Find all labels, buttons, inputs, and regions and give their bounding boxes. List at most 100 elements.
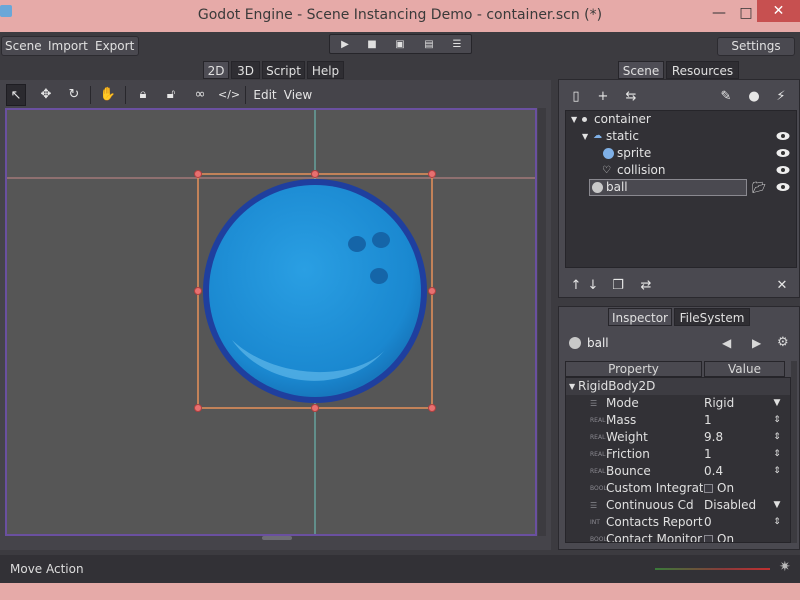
property-value[interactable]: Disabled [704, 497, 774, 514]
move-down-icon[interactable]: ↓ [583, 275, 603, 297]
visibility-eye-icon[interactable] [776, 165, 790, 175]
property-row[interactable]: REAL Mass 1 ⇕ [566, 412, 790, 429]
property-value[interactable]: Rigid [704, 395, 774, 412]
lock-icon[interactable]: 🔒︎ [133, 84, 153, 106]
property-value[interactable]: 1 [704, 412, 774, 429]
instance-icon[interactable]: ⇆ [621, 86, 641, 108]
signals-icon[interactable]: ⚡ [771, 86, 791, 108]
pan-tool-icon[interactable]: ✋ [98, 84, 118, 106]
tree-arrow[interactable]: ▼ [571, 111, 577, 128]
menu-export[interactable]: Export [95, 37, 134, 55]
add-node-icon[interactable]: + [593, 86, 613, 108]
section-label: RigidBody2D [578, 379, 656, 393]
tree-item-container[interactable]: ▼ container [566, 111, 796, 128]
scene-tree: ▼ container ▼ ☁ static sprite ♡ collisio… [565, 110, 797, 268]
visibility-eye-icon[interactable] [776, 182, 790, 192]
property-row[interactable]: ☰ Mode Rigid ▼ [566, 395, 790, 412]
open-scene-icon[interactable]: 📂︎ [752, 179, 766, 196]
play-icon[interactable]: ▶ [332, 37, 358, 52]
canvas-viewport[interactable] [5, 108, 537, 536]
property-value[interactable]: 1 [704, 446, 774, 463]
history-forward-icon[interactable]: ▶ [752, 336, 761, 350]
playback-toolbar: ▶ ■ ▣ ▤ ☰ [329, 34, 472, 54]
property-row[interactable]: REAL Weight 9.8 ⇕ [566, 429, 790, 446]
spin-arrows-icon[interactable]: ⇕ [772, 412, 782, 429]
property-row[interactable]: INT Contacts Reporte 0 ⇕ [566, 514, 790, 531]
spin-arrows-icon[interactable]: ⇕ [772, 446, 782, 463]
group-icon[interactable]: ∞ [190, 84, 210, 106]
update-spinner-icon[interactable]: ✷ [779, 559, 791, 575]
new-scene-icon[interactable]: ▯ [566, 86, 586, 108]
ungroup-icon[interactable]: </> [218, 84, 240, 106]
spin-arrows-icon[interactable]: ⇕ [772, 429, 782, 446]
dot-icon [582, 117, 587, 122]
tab-filesystem[interactable]: FileSystem [674, 308, 750, 326]
tree-item-sprite[interactable]: sprite [566, 145, 796, 162]
rigid-body-icon [569, 337, 581, 349]
section-arrow-icon[interactable]: ▼ [569, 378, 575, 395]
script-icon[interactable]: ✎ [716, 86, 736, 108]
property-value[interactable]: 0 [704, 514, 774, 531]
play-custom-icon[interactable]: ▤ [416, 37, 442, 52]
edit-menu[interactable]: Edit [251, 84, 279, 106]
viewport-hscroll-thumb[interactable] [262, 536, 292, 540]
property-row[interactable]: BOOL Custom Integrato On [566, 480, 790, 497]
object-menu-icon[interactable]: ⚙ [777, 335, 789, 350]
inspector-scrollbar[interactable] [791, 361, 797, 543]
tree-arrow[interactable]: ▼ [582, 128, 588, 145]
property-name: Friction [606, 447, 650, 461]
tab-script[interactable]: Script [262, 61, 305, 79]
tab-2d[interactable]: 2D [203, 61, 229, 79]
sprite-icon [603, 148, 614, 159]
duplicate-icon[interactable]: ❐ [608, 275, 628, 297]
menu-scene[interactable]: Scene [5, 37, 42, 55]
property-value[interactable]: 9.8 [704, 429, 774, 446]
property-value[interactable]: On [704, 480, 774, 497]
minimize-button[interactable]: — [705, 2, 733, 26]
menu-import[interactable]: Import [48, 37, 88, 55]
spin-arrows-icon[interactable]: ⇕ [772, 463, 782, 480]
view-menu[interactable]: View [283, 84, 313, 106]
property-row[interactable]: REAL Bounce 0.4 ⇕ [566, 463, 790, 480]
delete-node-icon[interactable]: ✕ [772, 275, 792, 297]
debug-options-icon[interactable]: ☰ [444, 37, 470, 52]
finger-hole [348, 236, 366, 252]
property-row[interactable]: ☰ Continuous Cd Disabled ▼ [566, 497, 790, 514]
section-rigidbody2d[interactable]: ▼ RigidBody2D [566, 378, 790, 395]
spin-arrows-icon[interactable]: ⇕ [772, 514, 782, 531]
rotate-tool-icon[interactable]: ↻ [64, 84, 84, 106]
maximize-button[interactable]: □ [732, 2, 760, 26]
tree-item-collision[interactable]: ♡ collision [566, 162, 796, 179]
tree-item-static[interactable]: ▼ ☁ static [566, 128, 796, 145]
canvas-toolbar: ↖ ✥ ↻ ✋ 🔒︎ 🔓︎ ∞ </> Edit View [2, 84, 548, 106]
dropdown-arrow-icon[interactable]: ▼ [772, 395, 782, 412]
inspector-object-name: ball [587, 336, 609, 350]
tab-3d[interactable]: 3D [231, 61, 260, 79]
tab-inspector[interactable]: Inspector [608, 308, 672, 326]
property-row[interactable]: REAL Friction 1 ⇕ [566, 446, 790, 463]
viewport-vscroll[interactable] [538, 108, 546, 536]
tab-resources[interactable]: Resources [666, 61, 739, 79]
reparent-icon[interactable]: ⇄ [636, 275, 656, 297]
settings-button[interactable]: Settings [717, 37, 795, 56]
tree-item-ball[interactable]: ball 📂︎ [566, 179, 796, 196]
visibility-eye-icon[interactable] [776, 131, 790, 141]
unlock-icon[interactable]: 🔓︎ [161, 84, 181, 106]
property-name: Continuous Cd [606, 498, 694, 512]
property-row[interactable]: BOOL Contact Monitor On [566, 531, 790, 542]
checkbox[interactable] [704, 535, 713, 542]
property-value[interactable]: On [704, 531, 774, 542]
property-value[interactable]: 0.4 [704, 463, 774, 480]
stop-icon[interactable]: ■ [359, 37, 385, 52]
checkbox[interactable] [704, 484, 713, 493]
history-back-icon[interactable]: ◀ [722, 336, 731, 350]
tab-scene[interactable]: Scene [618, 61, 664, 79]
tab-help[interactable]: Help [307, 61, 344, 79]
visibility-eye-icon[interactable] [776, 148, 790, 158]
select-tool-icon[interactable]: ↖ [6, 84, 26, 106]
close-button[interactable]: ✕ [757, 0, 800, 22]
move-tool-icon[interactable]: ✥ [36, 84, 56, 106]
groups-icon[interactable]: ● [744, 86, 764, 108]
play-scene-icon[interactable]: ▣ [387, 37, 413, 52]
dropdown-arrow-icon[interactable]: ▼ [772, 497, 782, 514]
